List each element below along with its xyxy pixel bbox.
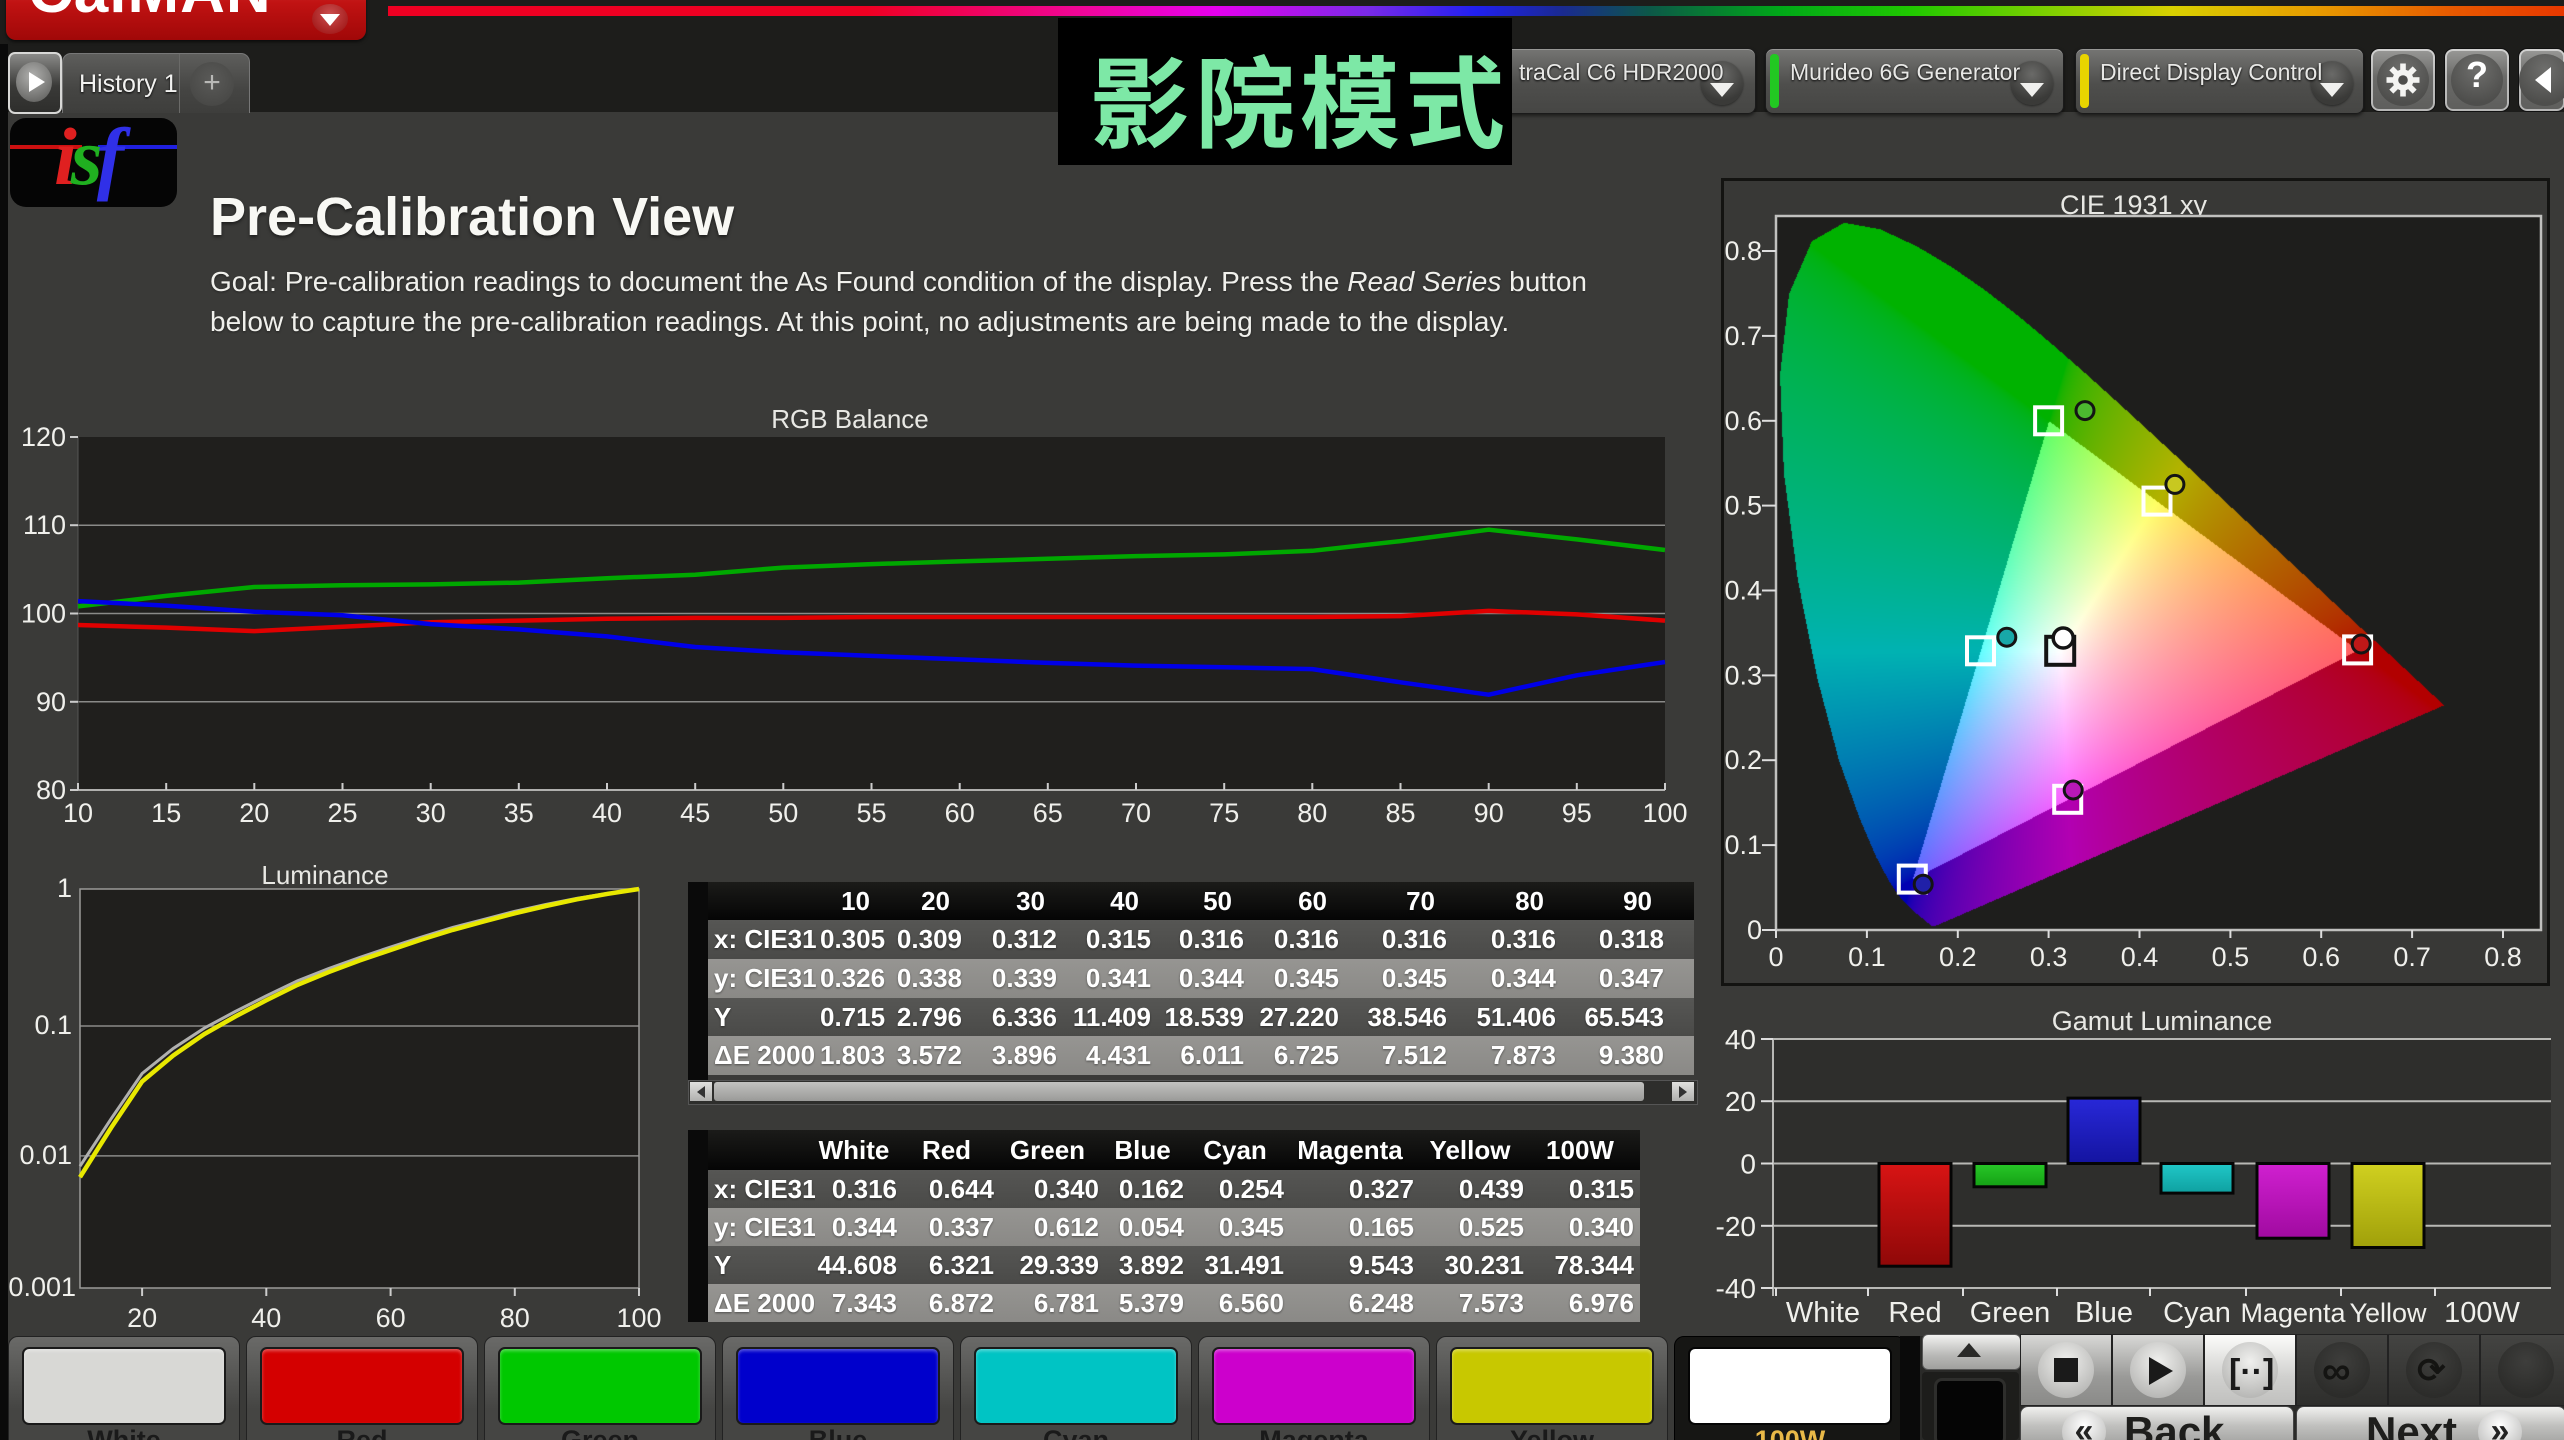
svg-text:45: 45 [680, 798, 710, 828]
svg-text:0.7: 0.7 [1724, 321, 1762, 351]
svg-text:RGB Balance: RGB Balance [771, 404, 929, 434]
svg-text:0.7: 0.7 [2393, 942, 2431, 972]
svg-text:25: 25 [327, 798, 357, 828]
svg-text:80: 80 [36, 775, 66, 805]
svg-text:1: 1 [57, 873, 72, 903]
svg-text:40: 40 [251, 1303, 281, 1330]
svg-text:0.1: 0.1 [1848, 942, 1886, 972]
svg-text:10: 10 [63, 798, 93, 828]
svg-text:60: 60 [376, 1303, 406, 1330]
svg-text:60: 60 [945, 798, 975, 828]
svg-text:30: 30 [416, 798, 446, 828]
svg-text:110: 110 [23, 510, 66, 540]
svg-text:20: 20 [239, 798, 269, 828]
svg-text:0.6: 0.6 [1724, 406, 1762, 436]
svg-text:0.001: 0.001 [8, 1272, 76, 1302]
svg-text:0.1: 0.1 [1724, 830, 1762, 860]
svg-text:Luminance: Luminance [261, 860, 388, 890]
svg-text:100W: 100W [2444, 1297, 2520, 1329]
svg-text:70: 70 [1121, 798, 1151, 828]
svg-text:0.6: 0.6 [2302, 942, 2340, 972]
svg-text:0.2: 0.2 [1724, 745, 1762, 775]
svg-text:0: 0 [1740, 1149, 1756, 1180]
svg-text:0.8: 0.8 [1724, 236, 1762, 266]
svg-text:55: 55 [856, 798, 886, 828]
svg-text:85: 85 [1385, 798, 1415, 828]
svg-text:Blue: Blue [2075, 1297, 2133, 1329]
svg-text:Yellow: Yellow [2349, 1298, 2427, 1328]
svg-text:95: 95 [1562, 798, 1592, 828]
svg-text:0.3: 0.3 [1724, 660, 1762, 690]
svg-text:100: 100 [21, 599, 66, 629]
svg-text:Red: Red [1888, 1297, 1941, 1329]
svg-text:Gamut Luminance: Gamut Luminance [2052, 1006, 2273, 1036]
svg-text:100: 100 [1642, 798, 1687, 828]
svg-text:-40: -40 [1716, 1273, 1756, 1304]
svg-text:0.4: 0.4 [1724, 576, 1762, 606]
svg-text:0: 0 [1747, 915, 1762, 945]
svg-text:0.3: 0.3 [2030, 942, 2068, 972]
svg-text:20: 20 [1725, 1086, 1756, 1117]
svg-text:-20: -20 [1716, 1211, 1756, 1242]
svg-text:50: 50 [768, 798, 798, 828]
svg-text:40: 40 [1725, 1024, 1756, 1055]
svg-text:0.5: 0.5 [1724, 491, 1762, 521]
svg-text:0.4: 0.4 [2121, 942, 2159, 972]
svg-text:40: 40 [592, 798, 622, 828]
svg-text:0.1: 0.1 [34, 1010, 72, 1040]
svg-text:15: 15 [151, 798, 181, 828]
svg-text:0.8: 0.8 [2484, 942, 2522, 972]
svg-text:65: 65 [1033, 798, 1063, 828]
svg-text:White: White [1786, 1297, 1860, 1329]
svg-text:80: 80 [500, 1303, 530, 1330]
svg-text:Green: Green [1970, 1297, 2051, 1329]
svg-text:90: 90 [1474, 798, 1504, 828]
svg-text:0.01: 0.01 [19, 1140, 72, 1170]
svg-text:Magenta: Magenta [2240, 1298, 2346, 1328]
svg-text:75: 75 [1209, 798, 1239, 828]
svg-text:0.5: 0.5 [2212, 942, 2250, 972]
svg-text:0: 0 [1768, 942, 1783, 972]
svg-text:Cyan: Cyan [2163, 1297, 2231, 1329]
svg-text:100: 100 [616, 1303, 661, 1330]
svg-text:0.2: 0.2 [1939, 942, 1977, 972]
svg-text:80: 80 [1297, 798, 1327, 828]
svg-text:120: 120 [21, 422, 66, 452]
svg-text:90: 90 [36, 687, 66, 717]
svg-text:35: 35 [504, 798, 534, 828]
svg-text:20: 20 [127, 1303, 157, 1330]
